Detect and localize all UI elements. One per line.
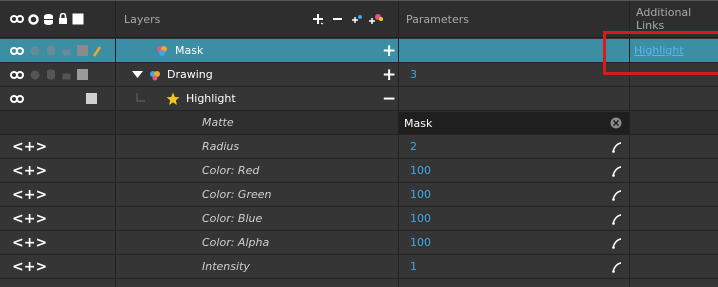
onion-skin-toggle-icon[interactable] xyxy=(10,94,24,104)
color-swatch[interactable] xyxy=(77,69,88,80)
param-row-color-alpha: <+> Color: Alpha 100 xyxy=(0,231,718,255)
function-curve-icon[interactable] xyxy=(612,213,622,225)
keyframe-nav-button[interactable]: <+> xyxy=(12,259,47,275)
tree-connector xyxy=(136,92,146,105)
keyframe-nav-button[interactable]: <+> xyxy=(12,163,47,179)
mask-effect-icon xyxy=(155,45,169,57)
expand-layer-button[interactable]: + xyxy=(382,65,396,85)
onion-skin-toggle-icon[interactable] xyxy=(10,70,24,80)
drawing-layer-icon xyxy=(149,69,161,81)
color-swatch[interactable] xyxy=(77,45,88,56)
param-row-color-red: <+> Color: Red 100 xyxy=(0,159,718,183)
function-curve-icon[interactable] xyxy=(612,261,622,273)
lock-header-icon[interactable] xyxy=(58,13,68,25)
param-value[interactable]: 100 xyxy=(410,236,431,249)
param-name: Color: Red xyxy=(202,164,260,177)
add-layer-effect-button[interactable] xyxy=(369,13,383,25)
param-name: Radius xyxy=(202,140,240,153)
database-toggle-icon[interactable] xyxy=(46,69,56,80)
annotation-highlight-box xyxy=(603,31,718,75)
database-toggle-icon[interactable] xyxy=(46,45,56,56)
param-value[interactable]: 100 xyxy=(410,212,431,225)
keyframe-nav-button[interactable]: <+> xyxy=(12,211,47,227)
keyframe-nav-button[interactable]: <+> xyxy=(12,187,47,203)
layer-toggle-headers xyxy=(10,1,84,37)
clear-icon[interactable] xyxy=(610,117,622,129)
param-row-color-blue: <+> Color: Blue 100 xyxy=(0,207,718,231)
param-value[interactable]: 2 xyxy=(410,140,417,153)
collapse-arrow-icon[interactable] xyxy=(132,70,143,79)
param-value[interactable]: 100 xyxy=(410,164,431,177)
remove-layer-button[interactable] xyxy=(332,13,343,25)
onion-skin-header-icon[interactable] xyxy=(10,14,24,24)
lock-toggle-icon[interactable] xyxy=(62,45,71,56)
matte-dropdown[interactable]: Mask xyxy=(398,112,630,134)
param-name: Color: Blue xyxy=(202,212,263,225)
layers-column-title: Layers xyxy=(124,12,161,26)
function-curve-icon[interactable] xyxy=(612,237,622,249)
keyframe-nav-button[interactable]: <+> xyxy=(12,139,47,155)
layer-param: 3 xyxy=(410,68,417,81)
layer-name[interactable]: Highlight xyxy=(186,92,236,105)
add-layer-button[interactable] xyxy=(312,13,324,25)
add-effect-button[interactable] xyxy=(351,13,363,25)
collapse-layer-button[interactable]: − xyxy=(382,89,396,109)
pencil-icon[interactable] xyxy=(92,45,102,57)
param-value[interactable]: 100 xyxy=(410,188,431,201)
param-value[interactable]: 1 xyxy=(410,260,417,273)
keyframe-nav-button[interactable]: <+> xyxy=(12,235,47,251)
param-row-intensity: <+> Intensity 1 xyxy=(0,255,718,279)
layer-name[interactable]: Drawing xyxy=(167,68,213,81)
color-swatch-header-icon[interactable] xyxy=(72,13,84,25)
column-divider xyxy=(115,1,116,287)
param-name: Color: Alpha xyxy=(202,236,270,249)
visibility-toggle-icon[interactable] xyxy=(30,70,40,80)
database-header-icon[interactable] xyxy=(43,13,54,25)
expand-layer-button[interactable]: + xyxy=(382,41,396,61)
parameters-column-title: Parameters xyxy=(406,12,469,26)
param-row-matte: Matte Mask xyxy=(0,111,718,135)
param-row-color-green: <+> Color: Green 100 xyxy=(0,183,718,207)
star-icon xyxy=(166,92,180,106)
function-curve-icon[interactable] xyxy=(612,141,622,153)
layer-tools xyxy=(312,1,383,37)
lock-toggle-icon[interactable] xyxy=(62,69,71,80)
layer-row-highlight[interactable]: Highlight − xyxy=(0,87,718,111)
function-curve-icon[interactable] xyxy=(612,189,622,201)
visibility-toggle-icon[interactable] xyxy=(30,46,40,56)
additional-links-column-title: Additional Links xyxy=(636,6,692,32)
function-curve-icon[interactable] xyxy=(612,165,622,177)
color-swatch[interactable] xyxy=(86,93,97,104)
param-name: Color: Green xyxy=(202,188,272,201)
param-name: Intensity xyxy=(202,260,250,273)
matte-value: Mask xyxy=(404,116,433,130)
layer-name[interactable]: Mask xyxy=(175,44,203,57)
xsheet-panel: Layers Parameters Additional Links Mask … xyxy=(0,0,718,287)
visibility-header-icon[interactable] xyxy=(28,13,39,25)
column-divider xyxy=(398,1,399,287)
onion-skin-toggle-icon[interactable] xyxy=(10,46,24,56)
param-name: Matte xyxy=(202,116,234,129)
param-row-radius: <+> Radius 2 xyxy=(0,135,718,159)
